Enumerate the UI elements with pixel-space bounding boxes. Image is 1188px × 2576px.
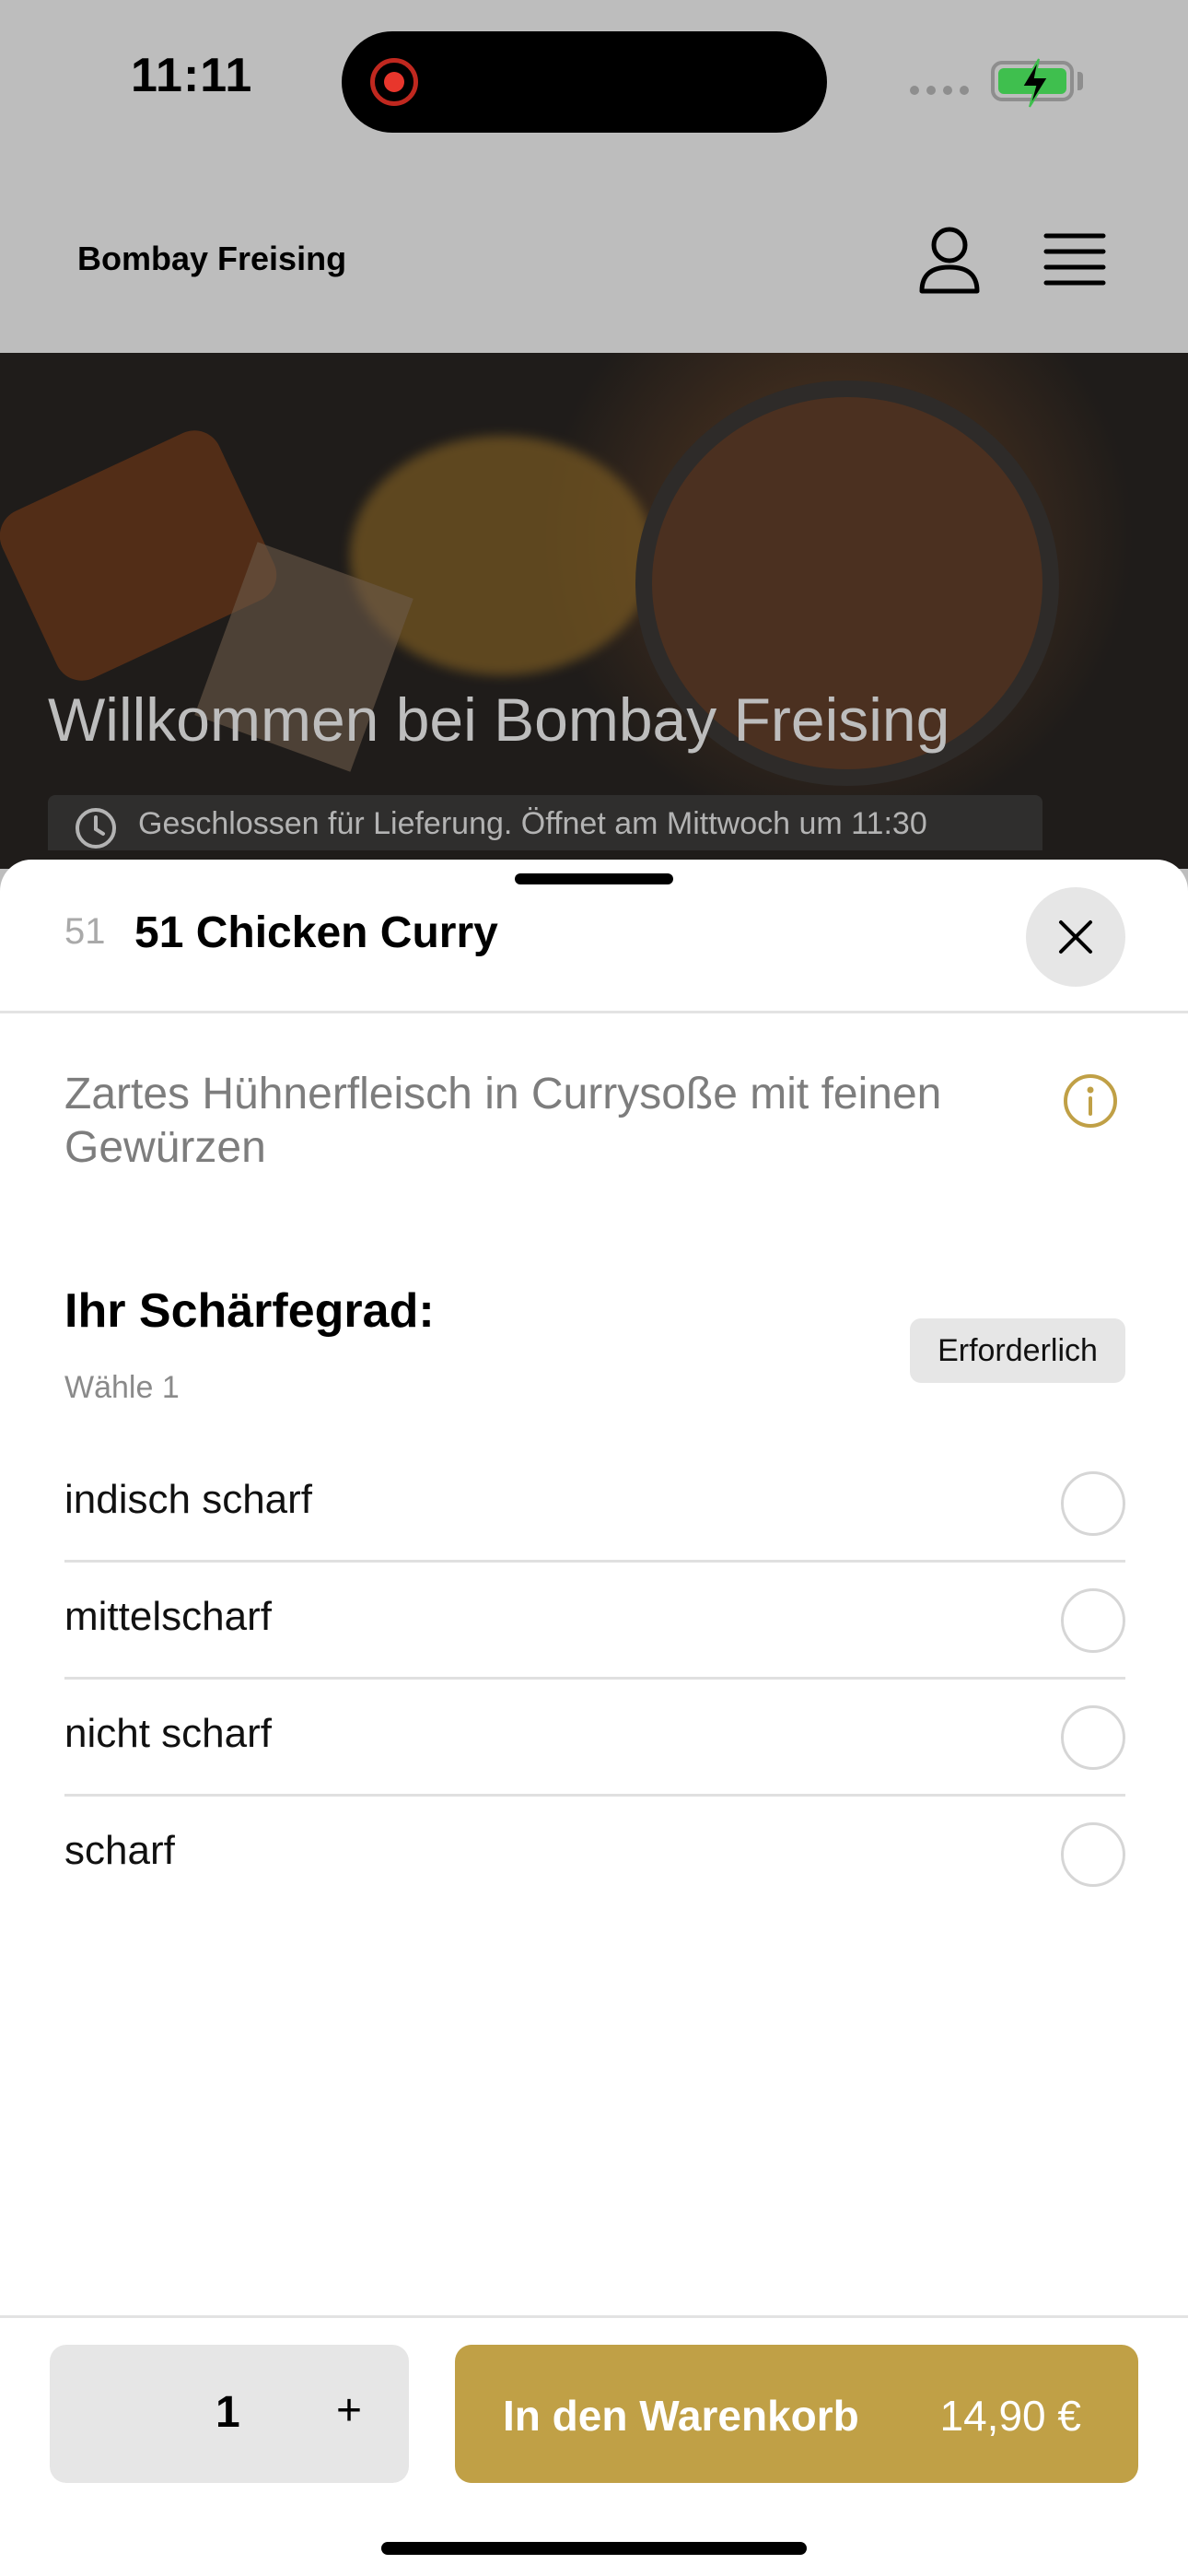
spice-options-list: indisch scharf mittelscharf nicht scharf… xyxy=(64,1446,1125,1914)
sheet-grabber[interactable] xyxy=(515,873,673,884)
item-name: 51 Chicken Curry xyxy=(134,908,498,957)
delivery-status-bar: Geschlossen für Lieferung. Öffnet am Mit… xyxy=(48,795,1042,850)
item-detail-sheet: 51 51 Chicken Curry Zartes Hühnerfleisch… xyxy=(0,860,1188,2576)
option-label: indisch scharf xyxy=(64,1477,313,1522)
dynamic-island xyxy=(342,31,827,133)
spice-option-scharf[interactable]: scharf xyxy=(64,1797,1125,1914)
hero-banner: Willkommen bei Bombay Freising Geschloss… xyxy=(0,353,1188,869)
clock-icon xyxy=(76,808,116,849)
delivery-status-text: Geschlossen für Lieferung. Öffnet am Mit… xyxy=(138,806,927,841)
hamburger-menu-icon xyxy=(1043,233,1106,286)
close-button[interactable] xyxy=(1026,887,1125,987)
footer-divider xyxy=(0,2315,1188,2318)
close-icon xyxy=(1059,920,1092,954)
increase-quantity-button[interactable]: + xyxy=(326,2383,372,2439)
add-to-cart-label: In den Warenkorb xyxy=(503,2392,859,2440)
radio-button[interactable] xyxy=(1061,1471,1125,1536)
status-bar: 11:11 xyxy=(0,0,1188,166)
option-label: nicht scharf xyxy=(64,1711,272,1756)
radio-button[interactable] xyxy=(1061,1588,1125,1653)
user-icon xyxy=(919,227,980,294)
item-description: Zartes Hühnerfleisch in Currysoße mit fe… xyxy=(64,1070,942,1172)
spice-option-mittelscharf[interactable]: mittelscharf xyxy=(64,1563,1125,1680)
status-time: 11:11 xyxy=(131,49,253,102)
radio-button[interactable] xyxy=(1061,1705,1125,1770)
item-number: 51 xyxy=(64,911,106,952)
required-badge: Erforderlich xyxy=(910,1318,1125,1383)
option-label: scharf xyxy=(64,1828,175,1873)
app-header: Bombay Freising xyxy=(0,166,1188,353)
divider xyxy=(0,1011,1188,1013)
spice-level-hint: Wähle 1 xyxy=(64,1370,180,1405)
quantity-stepper: 1 + xyxy=(50,2345,409,2483)
spice-option-nicht-scharf[interactable]: nicht scharf xyxy=(64,1680,1125,1797)
info-icon[interactable] xyxy=(1061,1071,1120,1135)
option-label: mittelscharf xyxy=(64,1594,272,1639)
hero-title: Willkommen bei Bombay Freising xyxy=(48,685,950,754)
restaurant-title[interactable]: Bombay Freising xyxy=(77,240,346,278)
quantity-value: 1 xyxy=(215,2388,240,2437)
user-account-button[interactable] xyxy=(917,225,982,295)
recording-icon xyxy=(370,58,418,106)
home-indicator[interactable] xyxy=(381,2542,807,2555)
radio-button[interactable] xyxy=(1061,1822,1125,1887)
cellular-signal-icon xyxy=(910,86,969,95)
spice-option-indisch-scharf[interactable]: indisch scharf xyxy=(64,1446,1125,1563)
add-to-cart-button[interactable]: In den Warenkorb 14,90 € xyxy=(455,2345,1138,2483)
battery-icon xyxy=(991,58,1074,108)
item-price: 14,90 € xyxy=(939,2392,1081,2440)
menu-button[interactable] xyxy=(1042,230,1107,289)
battery-cap xyxy=(1077,72,1083,90)
spice-level-title: Ihr Schärfegrad: xyxy=(64,1284,435,1338)
